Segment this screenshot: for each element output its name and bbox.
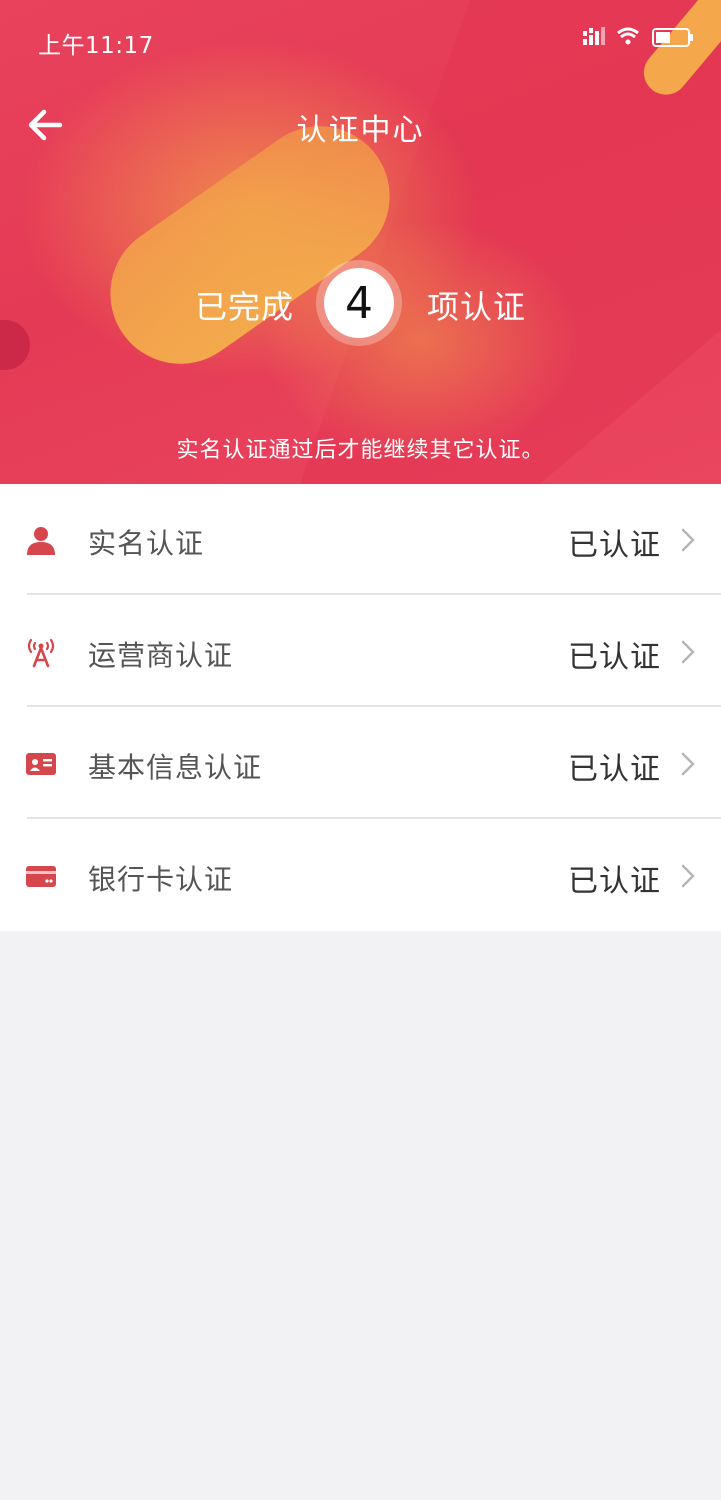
signal-tower-icon <box>27 638 55 668</box>
item-label: 银行卡认证 <box>88 863 234 896</box>
wifi-icon <box>617 27 639 45</box>
bank-card-icon <box>26 866 56 887</box>
signal-icon <box>583 27 605 45</box>
item-status: 已认证 <box>568 864 661 899</box>
item-label: 实名认证 <box>88 527 205 560</box>
item-status: 已认证 <box>568 640 661 675</box>
status-time: 上午11:17 <box>38 33 154 59</box>
count-badge: 4 <box>316 260 402 346</box>
item-status: 已认证 <box>568 752 661 787</box>
divider <box>27 705 721 707</box>
status-bar: 上午11:17 <box>0 0 721 80</box>
chevron-right-icon <box>681 752 695 776</box>
person-icon <box>27 527 55 555</box>
verification-list: 实名认证 已认证 运营商认证 已认证 基本信息认证 已认证 银行卡认证 已认证 <box>0 484 721 931</box>
chevron-right-icon <box>681 528 695 552</box>
hint-text: 实名认证通过后才能继续其它认证。 <box>176 438 545 463</box>
verification-item-real-name[interactable]: 实名认证 已认证 <box>0 484 721 595</box>
verification-item-carrier[interactable]: 运营商认证 已认证 <box>0 596 721 707</box>
page-title: 认证中心 <box>296 113 425 148</box>
summary-suffix: 项认证 <box>427 288 527 326</box>
completion-summary: 已完成 4 项认证 <box>0 258 721 346</box>
chevron-right-icon <box>681 640 695 664</box>
battery-icon <box>652 28 693 47</box>
verification-item-bank-card[interactable]: 银行卡认证 已认证 <box>0 820 721 931</box>
header-banner: 上午11:17 认证中心 已完成 4 项认证 实名认证通过后才能继续其它认证。 <box>0 0 721 484</box>
chevron-right-icon <box>681 864 695 888</box>
divider <box>27 817 721 819</box>
status-icons <box>583 26 695 52</box>
item-label: 运营商认证 <box>88 639 234 672</box>
item-status: 已认证 <box>568 528 661 563</box>
summary-prefix: 已完成 <box>194 288 294 326</box>
item-label: 基本信息认证 <box>88 751 263 784</box>
divider <box>27 593 721 595</box>
verification-item-basic-info[interactable]: 基本信息认证 已认证 <box>0 708 721 819</box>
completed-count: 4 <box>324 268 394 338</box>
id-card-icon <box>26 753 56 775</box>
